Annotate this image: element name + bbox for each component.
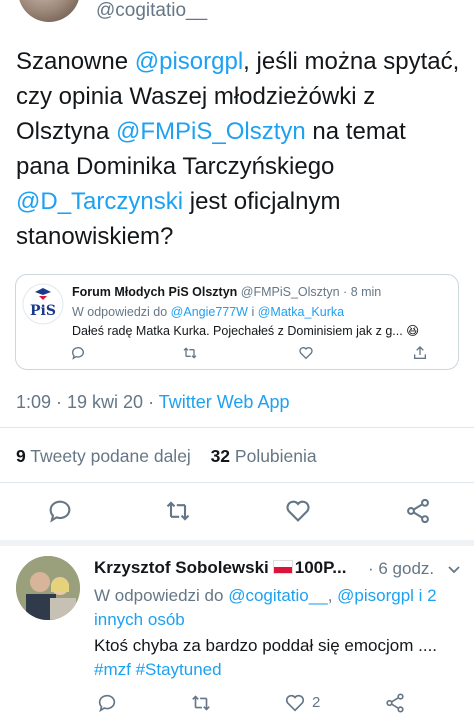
reply-context: W odpowiedzi do @cogitatio__, @pisorgpl … <box>94 584 464 632</box>
retweet-icon[interactable] <box>190 692 212 714</box>
reply-time: · 6 godz. <box>368 559 435 578</box>
share-icon[interactable] <box>404 497 432 525</box>
quoted-author-name: Forum Młodych PiS Olsztyn <box>72 285 238 299</box>
reply-name-suffix: 100P... <box>294 558 347 577</box>
mention-cogitatio[interactable]: @cogitatio__ <box>228 586 328 605</box>
likes-stat[interactable]: 32 Polubienia <box>211 446 317 466</box>
hashtag-staytuned[interactable]: #Staytuned <box>136 660 222 679</box>
share-icon[interactable] <box>384 692 406 714</box>
quoted-actions <box>16 343 458 365</box>
retweet-icon[interactable] <box>164 497 192 525</box>
retweets-count: 9 <box>16 446 26 466</box>
retweets-label: Tweety podane dalej <box>25 446 191 466</box>
tweet-text: Szanowne @pisorgpl, jeśli można spytać, … <box>16 44 460 254</box>
mention-matka-kurka[interactable]: @Matka_Kurka <box>258 305 344 319</box>
top-avatar[interactable] <box>18 0 80 22</box>
quoted-reply-context: W odpowiedzi do @Angie777W i @Matka_Kurk… <box>72 305 344 319</box>
mention-fmpis-olsztyn[interactable]: @FMPiS_Olsztyn <box>116 118 306 145</box>
mention-d-tarczynski[interactable]: @D_Tarczynski <box>16 188 183 215</box>
author-handle[interactable]: @cogitatio__ <box>96 0 207 22</box>
reply-text-body: Ktoś chyba za bardzo poddał się emocjom … <box>94 636 438 655</box>
quoted-tweet-header: Forum Młodych PiS Olsztyn @FMPiS_Olsztyn… <box>72 285 381 299</box>
retweet-icon[interactable] <box>182 345 198 361</box>
tweet-time: 1:09 · 19 kwi 20 · <box>16 392 159 412</box>
reply-like-count: 2 <box>312 694 321 711</box>
reply-and: i <box>248 305 258 319</box>
reply-name-text: Krzysztof Sobolewski <box>94 558 269 577</box>
tweet-timestamp: 1:09 · 19 kwi 20 · Twitter Web App <box>16 392 289 413</box>
likes-count: 32 <box>210 446 231 466</box>
quoted-tweet-card[interactable]: PiS Forum Młodych PiS Olsztyn @FMPiS_Ols… <box>15 274 459 370</box>
mention-pisorgpl[interactable]: @pisorgpl <box>135 48 243 75</box>
section-divider <box>0 540 474 546</box>
tweet-actions <box>0 497 474 527</box>
reply-author-name[interactable]: Krzysztof Sobolewski 100P... <box>94 558 346 578</box>
mention-pisorgpl[interactable]: @pisorgpl <box>337 586 414 605</box>
client-link[interactable]: Twitter Web App <box>159 392 290 412</box>
reply-avatar[interactable] <box>16 556 80 620</box>
tweet-stats: 9 Tweety podane dalej 32 Polubienia <box>16 446 317 467</box>
divider <box>0 427 474 428</box>
reply-text: Ktoś chyba za bardzo poddał się emocjom … <box>94 634 464 682</box>
hashtag-mzf[interactable]: #mzf <box>94 660 131 679</box>
reply-actions: 2 <box>0 690 474 720</box>
share-icon[interactable] <box>412 345 428 361</box>
reply-prefix: W odpowiedzi do <box>72 305 171 319</box>
tweet-text-part: Szanowne <box>16 48 135 75</box>
like-icon[interactable] <box>298 345 314 361</box>
reply-icon[interactable] <box>46 497 74 525</box>
poland-flag-icon <box>272 560 293 574</box>
divider <box>0 482 474 483</box>
retweets-stat[interactable]: 9 Tweety podane dalej <box>16 446 191 466</box>
reply-icon[interactable] <box>70 345 86 361</box>
reply-sep: , <box>327 586 338 605</box>
mention-angie777w[interactable]: @Angie777W <box>171 305 248 319</box>
quoted-tweet-text: Dałeś radę Matka Kurka. Pojechałeś z Dom… <box>72 324 420 338</box>
reply-prefix: W odpowiedzi do <box>94 586 229 605</box>
svg-text:PiS: PiS <box>30 303 56 319</box>
quoted-author-handle-time: @FMPiS_Olsztyn · 8 min <box>237 285 382 299</box>
likes-label: Polubienia <box>230 446 317 466</box>
like-icon[interactable] <box>284 692 306 714</box>
chevron-down-icon[interactable] <box>446 562 462 578</box>
pis-logo: PiS <box>22 283 64 325</box>
like-icon[interactable] <box>284 497 312 525</box>
reply-icon[interactable] <box>96 692 118 714</box>
